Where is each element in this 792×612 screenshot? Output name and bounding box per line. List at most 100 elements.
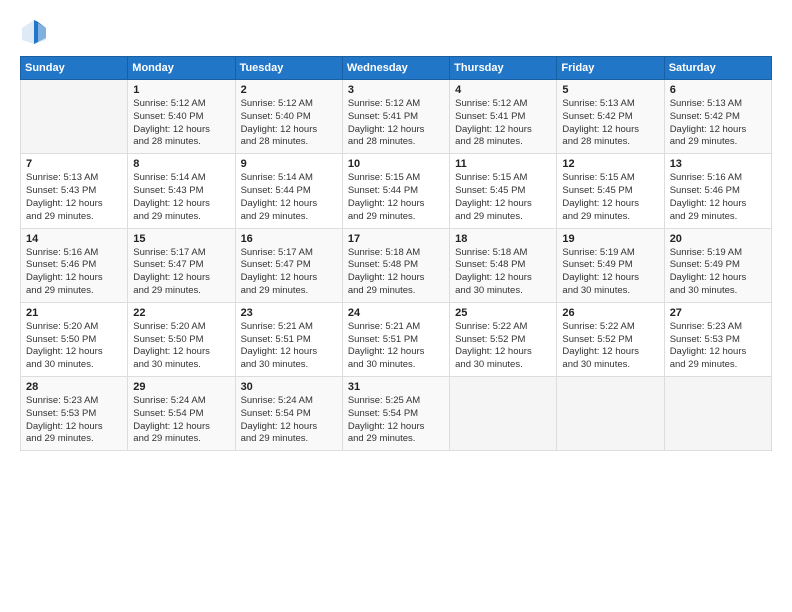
calendar-cell: 23 Sunrise: 5:21 AMSunset: 5:51 PMDayligh… [235, 302, 342, 376]
weekday-header-friday: Friday [557, 57, 664, 80]
day-info: Sunrise: 5:12 AMSunset: 5:41 PMDaylight:… [455, 98, 551, 149]
calendar-cell: 29Sunrise: 5:24 AMSunset: 5:54 PMDayligh… [128, 377, 235, 451]
calendar-cell: 7 Sunrise: 5:13 AMSunset: 5:43 PMDaylight… [21, 154, 128, 228]
calendar-week-5: 28 Sunrise: 5:23 AMSunset: 5:53 PMDayligh… [21, 377, 772, 451]
day-info: Sunrise: 5:13 AMSunset: 5:42 PMDaylight:… [670, 98, 766, 149]
day-info: Sunrise: 5:13 AMSunset: 5:42 PMDaylight:… [562, 98, 658, 149]
day-number: 1 [133, 84, 229, 96]
calendar-cell: 4 Sunrise: 5:12 AMSunset: 5:41 PMDaylight… [450, 80, 557, 154]
calendar-cell: 26 Sunrise: 5:22 AMSunset: 5:52 PMDayligh… [557, 302, 664, 376]
day-number: 12 [562, 158, 658, 170]
logo-icon [20, 18, 48, 46]
day-number: 5 [562, 84, 658, 96]
day-number: 4 [455, 84, 551, 96]
weekday-header-sunday: Sunday [21, 57, 128, 80]
calendar-week-4: 21 Sunrise: 5:20 AMSunset: 5:50 PMDayligh… [21, 302, 772, 376]
header [20, 18, 772, 46]
day-number: 29 [133, 381, 229, 393]
day-info: Sunrise: 5:20 AMSunset: 5:50 PMDaylight:… [26, 321, 122, 372]
calendar-cell: 5 Sunrise: 5:13 AMSunset: 5:42 PMDaylight… [557, 80, 664, 154]
day-info: Sunrise: 5:22 AMSunset: 5:52 PMDaylight:… [455, 321, 551, 372]
day-number: 14 [26, 233, 122, 245]
calendar-body: 1 Sunrise: 5:12 AMSunset: 5:40 PMDaylight… [21, 80, 772, 451]
day-info: Sunrise: 5:16 AMSunset: 5:46 PMDaylight:… [26, 247, 122, 298]
day-info: Sunrise: 5:23 AMSunset: 5:53 PMDaylight:… [26, 395, 122, 446]
calendar-cell: 21 Sunrise: 5:20 AMSunset: 5:50 PMDayligh… [21, 302, 128, 376]
day-info: Sunrise: 5:19 AMSunset: 5:49 PMDaylight:… [562, 247, 658, 298]
day-number: 23 [241, 307, 337, 319]
calendar-cell [557, 377, 664, 451]
calendar-cell: 10 Sunrise: 5:15 AMSunset: 5:44 PMDayligh… [342, 154, 449, 228]
calendar-week-1: 1 Sunrise: 5:12 AMSunset: 5:40 PMDaylight… [21, 80, 772, 154]
day-number: 7 [26, 158, 122, 170]
calendar-cell: 30 Sunrise: 5:24 AMSunset: 5:54 PMDayligh… [235, 377, 342, 451]
day-info: Sunrise: 5:12 AMSunset: 5:40 PMDaylight:… [241, 98, 337, 149]
calendar-cell: 9 Sunrise: 5:14 AMSunset: 5:44 PMDaylight… [235, 154, 342, 228]
calendar-cell: 20 Sunrise: 5:19 AMSunset: 5:49 PMDayligh… [664, 228, 771, 302]
calendar-cell: 24 Sunrise: 5:21 AMSunset: 5:51 PMDayligh… [342, 302, 449, 376]
day-number: 2 [241, 84, 337, 96]
day-info: Sunrise: 5:15 AMSunset: 5:45 PMDaylight:… [455, 172, 551, 223]
calendar-cell: 27 Sunrise: 5:23 AMSunset: 5:53 PMDayligh… [664, 302, 771, 376]
calendar-week-2: 7 Sunrise: 5:13 AMSunset: 5:43 PMDaylight… [21, 154, 772, 228]
calendar-cell [664, 377, 771, 451]
day-info: Sunrise: 5:18 AMSunset: 5:48 PMDaylight:… [455, 247, 551, 298]
day-info: Sunrise: 5:21 AMSunset: 5:51 PMDaylight:… [241, 321, 337, 372]
calendar-cell: 28 Sunrise: 5:23 AMSunset: 5:53 PMDayligh… [21, 377, 128, 451]
day-number: 9 [241, 158, 337, 170]
calendar-cell [450, 377, 557, 451]
calendar-table: SundayMondayTuesdayWednesdayThursdayFrid… [20, 56, 772, 451]
day-number: 27 [670, 307, 766, 319]
calendar-cell: 1 Sunrise: 5:12 AMSunset: 5:40 PMDaylight… [128, 80, 235, 154]
day-info: Sunrise: 5:16 AMSunset: 5:46 PMDaylight:… [670, 172, 766, 223]
day-number: 6 [670, 84, 766, 96]
calendar-cell: 14 Sunrise: 5:16 AMSunset: 5:46 PMDayligh… [21, 228, 128, 302]
day-number: 28 [26, 381, 122, 393]
calendar-cell: 15 Sunrise: 5:17 AMSunset: 5:47 PMDayligh… [128, 228, 235, 302]
day-info: Sunrise: 5:17 AMSunset: 5:47 PMDaylight:… [133, 247, 229, 298]
day-info: Sunrise: 5:14 AMSunset: 5:44 PMDaylight:… [241, 172, 337, 223]
day-info: Sunrise: 5:22 AMSunset: 5:52 PMDaylight:… [562, 321, 658, 372]
day-number: 22 [133, 307, 229, 319]
day-number: 30 [241, 381, 337, 393]
day-number: 21 [26, 307, 122, 319]
day-info: Sunrise: 5:19 AMSunset: 5:49 PMDaylight:… [670, 247, 766, 298]
day-info: Sunrise: 5:15 AMSunset: 5:45 PMDaylight:… [562, 172, 658, 223]
weekday-header-wednesday: Wednesday [342, 57, 449, 80]
calendar-cell: 19 Sunrise: 5:19 AMSunset: 5:49 PMDayligh… [557, 228, 664, 302]
calendar-cell: 16Sunrise: 5:17 AMSunset: 5:47 PMDayligh… [235, 228, 342, 302]
day-number: 19 [562, 233, 658, 245]
day-info: Sunrise: 5:13 AMSunset: 5:43 PMDaylight:… [26, 172, 122, 223]
calendar-cell: 3Sunrise: 5:12 AMSunset: 5:41 PMDaylight… [342, 80, 449, 154]
calendar-header: SundayMondayTuesdayWednesdayThursdayFrid… [21, 57, 772, 80]
day-info: Sunrise: 5:18 AMSunset: 5:48 PMDaylight:… [348, 247, 444, 298]
day-info: Sunrise: 5:17 AMSunset: 5:47 PMDaylight:… [241, 247, 337, 298]
day-info: Sunrise: 5:24 AMSunset: 5:54 PMDaylight:… [241, 395, 337, 446]
day-info: Sunrise: 5:20 AMSunset: 5:50 PMDaylight:… [133, 321, 229, 372]
weekday-header-tuesday: Tuesday [235, 57, 342, 80]
day-number: 20 [670, 233, 766, 245]
day-number: 31 [348, 381, 444, 393]
calendar-cell: 8Sunrise: 5:14 AMSunset: 5:43 PMDaylight… [128, 154, 235, 228]
day-number: 15 [133, 233, 229, 245]
calendar-cell: 12 Sunrise: 5:15 AMSunset: 5:45 PMDayligh… [557, 154, 664, 228]
day-number: 8 [133, 158, 229, 170]
weekday-header-saturday: Saturday [664, 57, 771, 80]
day-info: Sunrise: 5:25 AMSunset: 5:54 PMDaylight:… [348, 395, 444, 446]
logo [20, 18, 52, 46]
day-info: Sunrise: 5:12 AMSunset: 5:41 PMDaylight:… [348, 98, 444, 149]
day-number: 26 [562, 307, 658, 319]
day-number: 11 [455, 158, 551, 170]
page: SundayMondayTuesdayWednesdayThursdayFrid… [0, 0, 792, 612]
weekday-header-thursday: Thursday [450, 57, 557, 80]
calendar-cell: 2 Sunrise: 5:12 AMSunset: 5:40 PMDaylight… [235, 80, 342, 154]
day-info: Sunrise: 5:23 AMSunset: 5:53 PMDaylight:… [670, 321, 766, 372]
day-number: 10 [348, 158, 444, 170]
day-info: Sunrise: 5:21 AMSunset: 5:51 PMDaylight:… [348, 321, 444, 372]
day-info: Sunrise: 5:15 AMSunset: 5:44 PMDaylight:… [348, 172, 444, 223]
calendar-cell: 22 Sunrise: 5:20 AMSunset: 5:50 PMDayligh… [128, 302, 235, 376]
calendar-cell: 17Sunrise: 5:18 AMSunset: 5:48 PMDayligh… [342, 228, 449, 302]
day-info: Sunrise: 5:12 AMSunset: 5:40 PMDaylight:… [133, 98, 229, 149]
day-number: 24 [348, 307, 444, 319]
weekday-header-monday: Monday [128, 57, 235, 80]
